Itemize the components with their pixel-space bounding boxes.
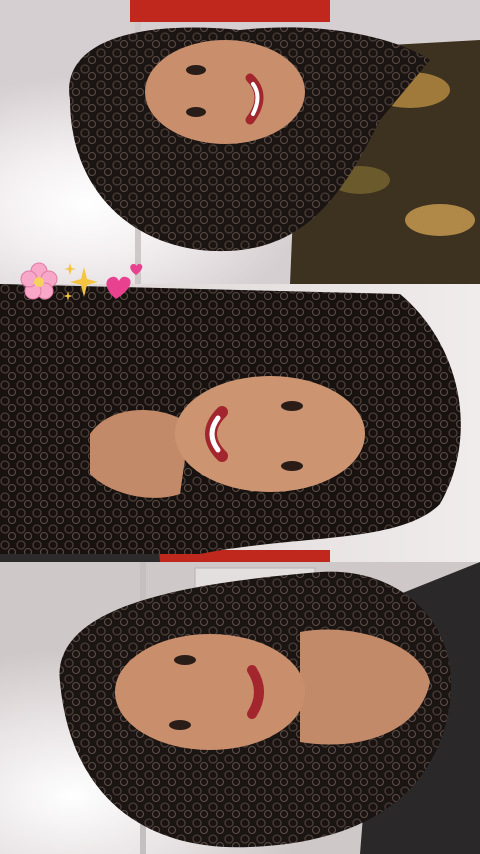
emoji-stickers: [18, 258, 148, 306]
photo-middle: [0, 284, 480, 562]
face: [115, 634, 305, 750]
cherry-blossom-icon: [18, 261, 60, 303]
photo-panel-bottom: [0, 562, 480, 854]
sparkles-icon: [62, 261, 100, 303]
red-ceiling-strip: [130, 0, 330, 22]
photo-panel-top: [0, 0, 480, 284]
face: [145, 40, 305, 144]
photo-panel-middle: [0, 284, 480, 562]
pink-hearts-icon: [102, 261, 146, 303]
face: [175, 376, 365, 492]
photo-top: [0, 0, 480, 284]
photo-bottom: [0, 562, 480, 854]
